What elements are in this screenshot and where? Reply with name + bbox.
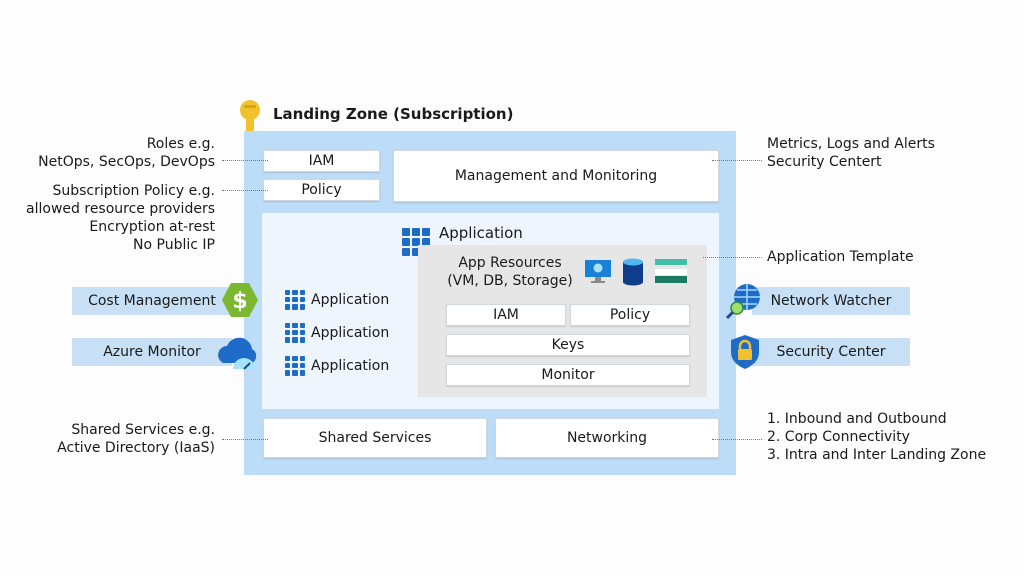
keys-box: Keys [446,334,690,356]
policy-annotation: Subscription Policy e.g. allowed resourc… [26,182,215,254]
connector-line [703,257,762,258]
cost-management-icon: $ [221,282,259,322]
landing-zone-title: Landing Zone (Subscription) [273,105,514,123]
iam-box: IAM [263,150,380,172]
shared-services-box: Shared Services [263,418,487,458]
annotation-line: Subscription Policy e.g. [52,183,215,199]
app-iam-box: IAM [446,304,566,326]
management-monitoring-box: Management and Monitoring [393,150,719,202]
app-policy-box: Policy [570,304,690,326]
shared-services-annotation: Shared Services e.g. Active Directory (I… [57,421,215,457]
azure-monitor-callout: Azure Monitor [72,338,232,366]
annotation-line: 3. Intra and Inter Landing Zone [767,447,987,463]
annotation-line: Encryption at-rest [89,219,215,235]
security-center-callout: Security Center [752,338,910,366]
network-watcher-icon [725,282,763,324]
management-annotation: Metrics, Logs and Alerts Security Center… [767,135,935,171]
cost-management-label: Cost Management [88,293,216,309]
application-icon [285,355,305,376]
network-watcher-callout: Network Watcher [752,287,910,315]
application-item: Application [285,316,389,349]
policy-box: Policy [263,179,380,201]
annotation-line: Security Centert [767,154,882,170]
app-resources-line2: (VM, DB, Storage) [447,273,573,289]
applications-list: Application Application Application [285,283,389,382]
connector-line [712,439,762,440]
annotation-line: allowed resource providers [26,201,215,217]
annotation-line: Active Directory (IaaS) [57,440,215,456]
application-icon [285,322,305,343]
annotation-line: No Public IP [133,237,215,253]
connector-line [222,439,268,440]
virtual-machine-icon [584,259,612,289]
application-label: Application [311,357,390,374]
network-watcher-label: Network Watcher [770,293,892,309]
application-template-annotation: Application Template [767,249,914,265]
svg-text:$: $ [232,289,247,314]
azure-monitor-icon [215,333,261,375]
annotation-line: Roles e.g. [146,136,215,152]
application-item: Application [285,349,389,382]
roles-annotation: Roles e.g. NetOps, SecOps, DevOps [38,135,215,171]
application-icon [285,289,305,310]
annotation-line: Shared Services e.g. [71,422,215,438]
monitor-box: Monitor [446,364,690,386]
cost-management-callout: Cost Management [72,287,232,315]
storage-icon [655,259,687,289]
security-center-label: Security Center [776,344,886,360]
security-center-icon [729,334,761,374]
application-label: Application [311,291,390,308]
database-icon [622,258,644,290]
azure-monitor-label: Azure Monitor [103,344,201,360]
annotation-line: NetOps, SecOps, DevOps [38,154,215,170]
application-template-header: Application [439,224,523,242]
connector-line [222,190,268,191]
app-resources-label: App Resources (VM, DB, Storage) [440,254,580,290]
annotation-line: 1. Inbound and Outbound [767,411,947,427]
annotation-line: 2. Corp Connectivity [767,429,910,445]
networking-box: Networking [495,418,719,458]
app-resources-line1: App Resources [458,255,562,271]
connector-line [712,160,762,161]
application-item: Application [285,283,389,316]
networking-annotation: 1. Inbound and Outbound 2. Corp Connecti… [767,410,986,464]
annotation-line: Metrics, Logs and Alerts [767,136,935,152]
connector-line [222,160,268,161]
application-label: Application [311,324,390,341]
